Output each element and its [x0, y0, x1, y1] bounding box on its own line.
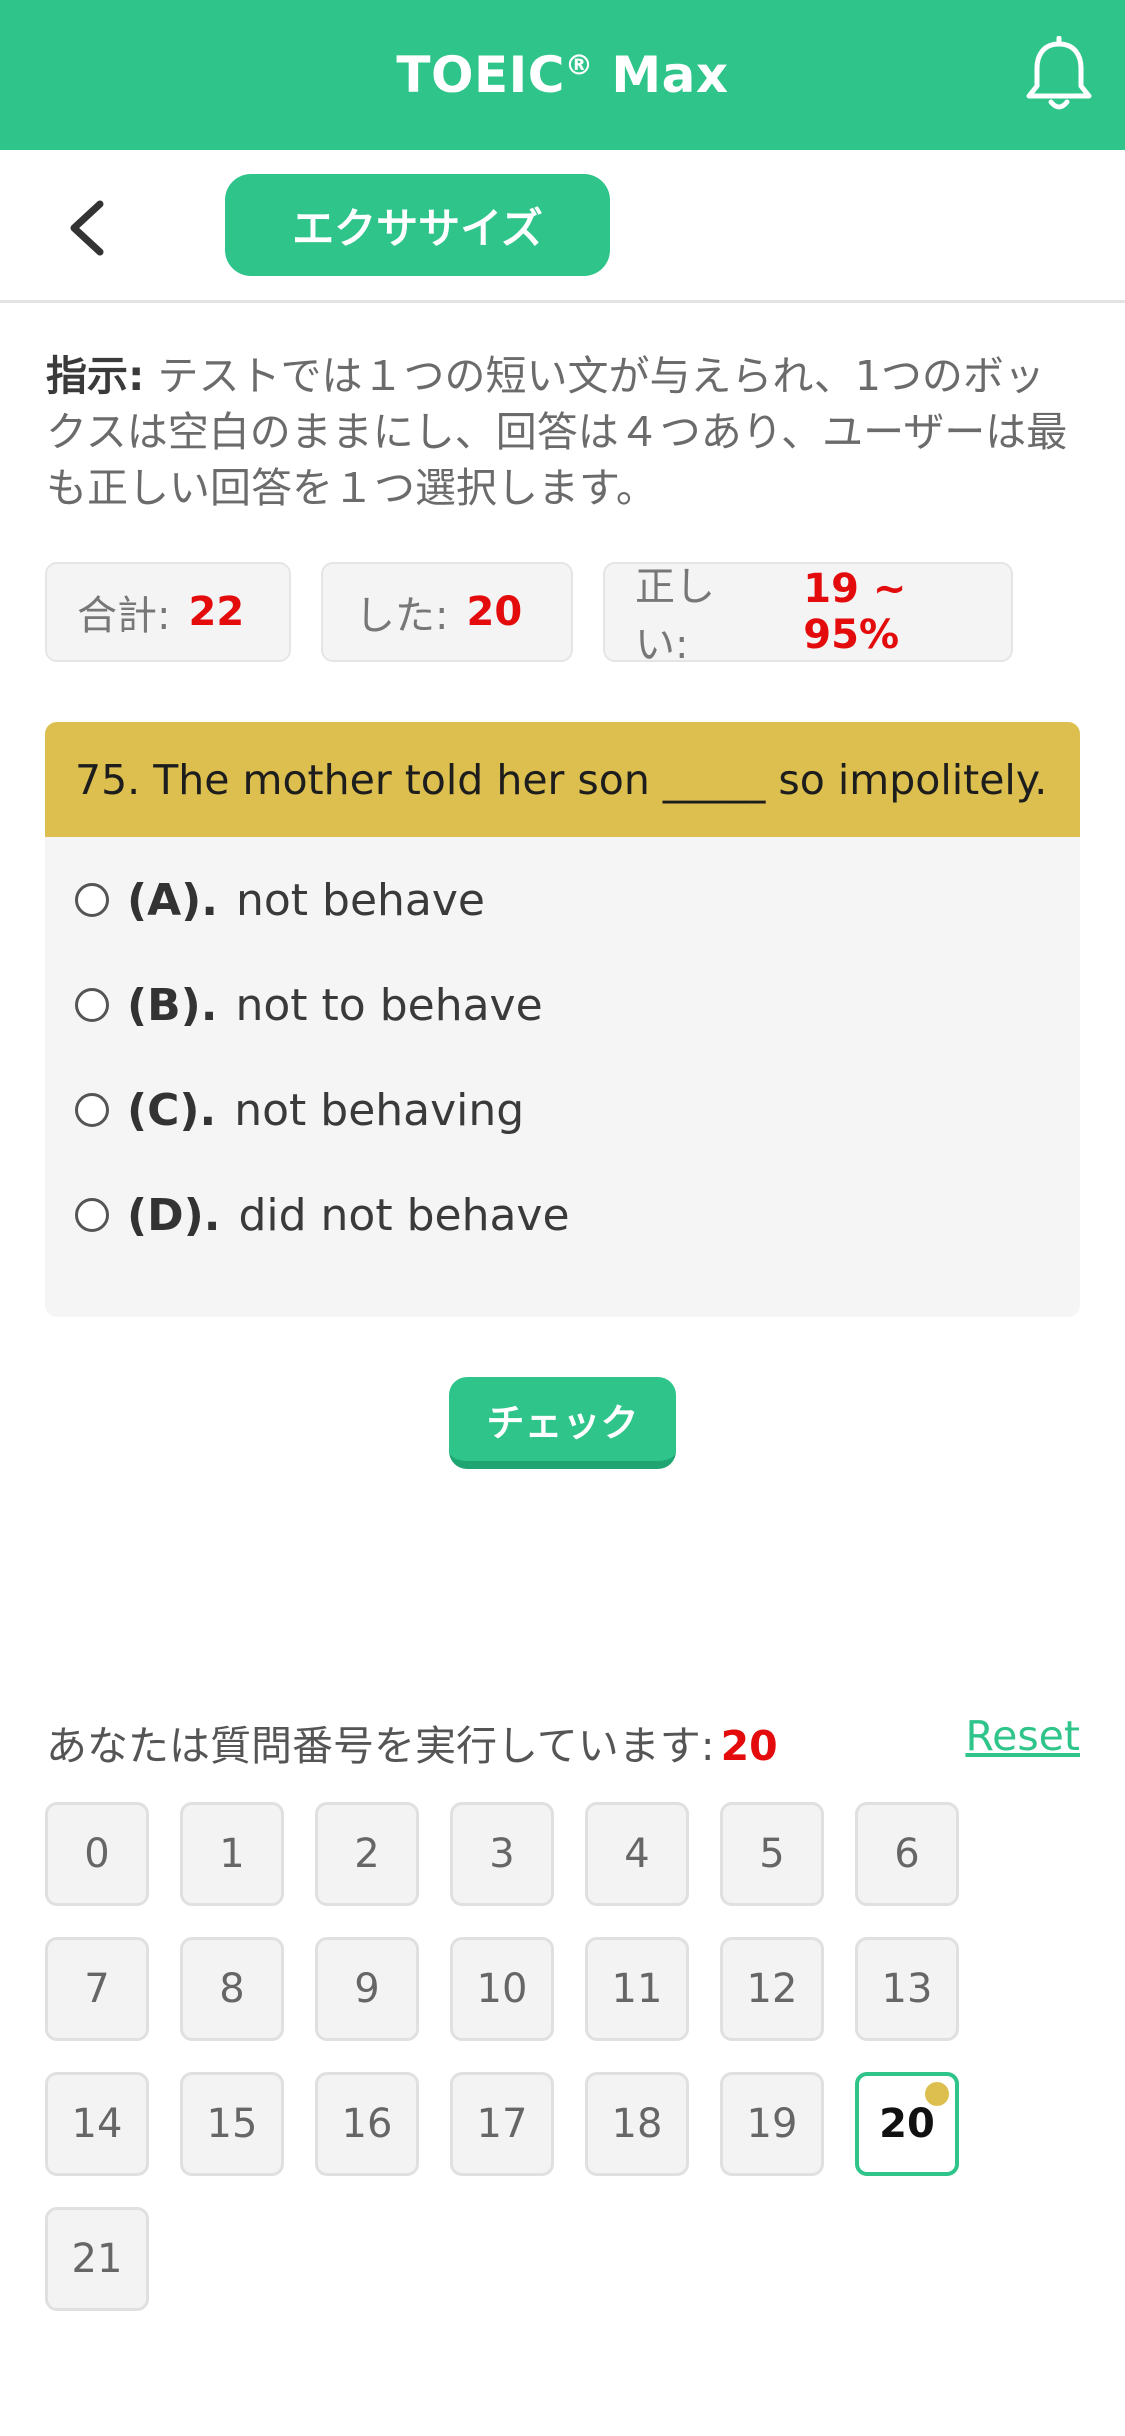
option-c[interactable]: (C). not behaving	[75, 1080, 524, 1140]
question-number-button[interactable]: 6	[855, 1802, 959, 1906]
stat-correct-value: 19 ~ 95%	[803, 566, 907, 658]
question-number-button[interactable]: 0	[45, 1802, 149, 1906]
question-number-label: 14	[71, 2101, 123, 2147]
question-number-button[interactable]: 12	[720, 1937, 824, 2041]
option-text: did not behave	[238, 1189, 570, 1241]
option-a[interactable]: (A). not behave	[75, 870, 485, 930]
question-number-label: 20	[879, 2101, 935, 2147]
question-number-button[interactable]: 17	[450, 2072, 554, 2176]
section-pill[interactable]: エクササイズ	[225, 174, 610, 276]
app-title-main: TOEIC	[396, 46, 565, 104]
question-number-label: 17	[476, 2101, 528, 2147]
check-button[interactable]: チェック	[449, 1377, 676, 1469]
option-d[interactable]: (D). did not behave	[75, 1185, 570, 1245]
instructions-text: テストでは１つの短い文が与えられ、1つのボックスは空白のままにし、回答は４つあり…	[46, 352, 1068, 512]
question-number-label: 10	[476, 1966, 528, 2012]
question-number-button[interactable]: 19	[720, 2072, 824, 2176]
question-number-button[interactable]: 15	[180, 2072, 284, 2176]
question-number-button[interactable]: 11	[585, 1937, 689, 2041]
question-number-button[interactable]: 21	[45, 2207, 149, 2311]
stat-total-label: 合計:	[77, 593, 171, 639]
question-number-button[interactable]: 20	[855, 2072, 959, 2176]
option-letter: (C).	[127, 1084, 217, 1136]
bell-icon[interactable]	[1021, 36, 1097, 116]
question-number-button[interactable]: 14	[45, 2072, 149, 2176]
radio-button[interactable]	[75, 1093, 109, 1127]
question-number-label: 3	[489, 1831, 515, 1877]
question-number-label: 11	[611, 1966, 663, 2012]
instructions-label: 指示:	[46, 352, 145, 400]
question-number-label: 13	[881, 1966, 933, 2012]
option-text: not behaving	[234, 1084, 525, 1136]
question-number-label: 8	[219, 1966, 245, 2012]
question-number-button[interactable]: 4	[585, 1802, 689, 1906]
option-text: not to behave	[235, 979, 543, 1031]
running-label: あなたは質問番号を実行しています:	[46, 1722, 715, 1770]
question-number-label: 12	[746, 1966, 798, 2012]
current-marker-dot	[925, 2082, 949, 2106]
app-header: TOEIC® Max	[0, 0, 1125, 150]
current-question-indicator: あなたは質問番号を実行しています: 20	[46, 1712, 778, 1772]
radio-button[interactable]	[75, 883, 109, 917]
stat-done: した: 20	[321, 562, 573, 662]
option-letter: (B).	[127, 979, 218, 1031]
radio-button[interactable]	[75, 1198, 109, 1232]
question-number-button[interactable]: 18	[585, 2072, 689, 2176]
radio-button[interactable]	[75, 988, 109, 1022]
chevron-left-icon[interactable]	[62, 198, 112, 258]
question-number-label: 15	[206, 2101, 258, 2147]
reset-link[interactable]: Reset	[965, 1712, 1080, 1760]
question-number-button[interactable]: 1	[180, 1802, 284, 1906]
question-number-button[interactable]: 5	[720, 1802, 824, 1906]
app-title-mark: ®	[564, 48, 594, 82]
question-number-label: 7	[84, 1966, 110, 2012]
question-number-button[interactable]: 8	[180, 1937, 284, 2041]
app-title-suffix: Max	[593, 46, 729, 104]
question-number-label: 9	[354, 1966, 380, 2012]
question-number-label: 5	[759, 1831, 785, 1877]
question-number-button[interactable]: 2	[315, 1802, 419, 1906]
current-question-number: 20	[720, 1722, 778, 1770]
question-number-label: 18	[611, 2101, 663, 2147]
question-number-label: 2	[354, 1831, 380, 1877]
instructions: 指示: テストでは１つの短い文が与えられ、1つのボックスは空白のままにし、回答は…	[46, 348, 1076, 516]
stat-total: 合計: 22	[45, 562, 291, 662]
sub-navigation: エクササイズ	[0, 150, 1125, 303]
question-number-label: 16	[341, 2101, 393, 2147]
stat-correct: 正しい: 19 ~ 95%	[603, 562, 1013, 668]
question-number-button[interactable]: 10	[450, 1937, 554, 2041]
option-letter: (A).	[127, 874, 218, 926]
question-card: 75. The mother told her son _____ so imp…	[45, 722, 1080, 1317]
question-number-label: 1	[219, 1831, 245, 1877]
question-number-label: 4	[624, 1831, 650, 1877]
question-number-button[interactable]: 13	[855, 1937, 959, 2041]
option-text: not behave	[236, 874, 486, 926]
stat-done-label: した:	[355, 593, 449, 639]
question-number-label: 6	[894, 1831, 920, 1877]
question-number-label: 19	[746, 2101, 798, 2147]
stat-total-value: 22	[188, 589, 245, 635]
question-number-button[interactable]: 3	[450, 1802, 554, 1906]
option-letter: (D).	[127, 1189, 221, 1241]
stat-done-value: 20	[466, 589, 523, 635]
question-number-label: 21	[71, 2236, 123, 2282]
question-number-label: 0	[84, 1831, 110, 1877]
question-number-button[interactable]: 7	[45, 1937, 149, 2041]
question-number-button[interactable]: 9	[315, 1937, 419, 2041]
question-number-button[interactable]: 16	[315, 2072, 419, 2176]
option-b[interactable]: (B). not to behave	[75, 975, 543, 1035]
stat-correct-label: 正しい:	[635, 564, 715, 668]
app-title: TOEIC® Max	[396, 46, 728, 104]
question-text: 75. The mother told her son _____ so imp…	[45, 722, 1080, 837]
